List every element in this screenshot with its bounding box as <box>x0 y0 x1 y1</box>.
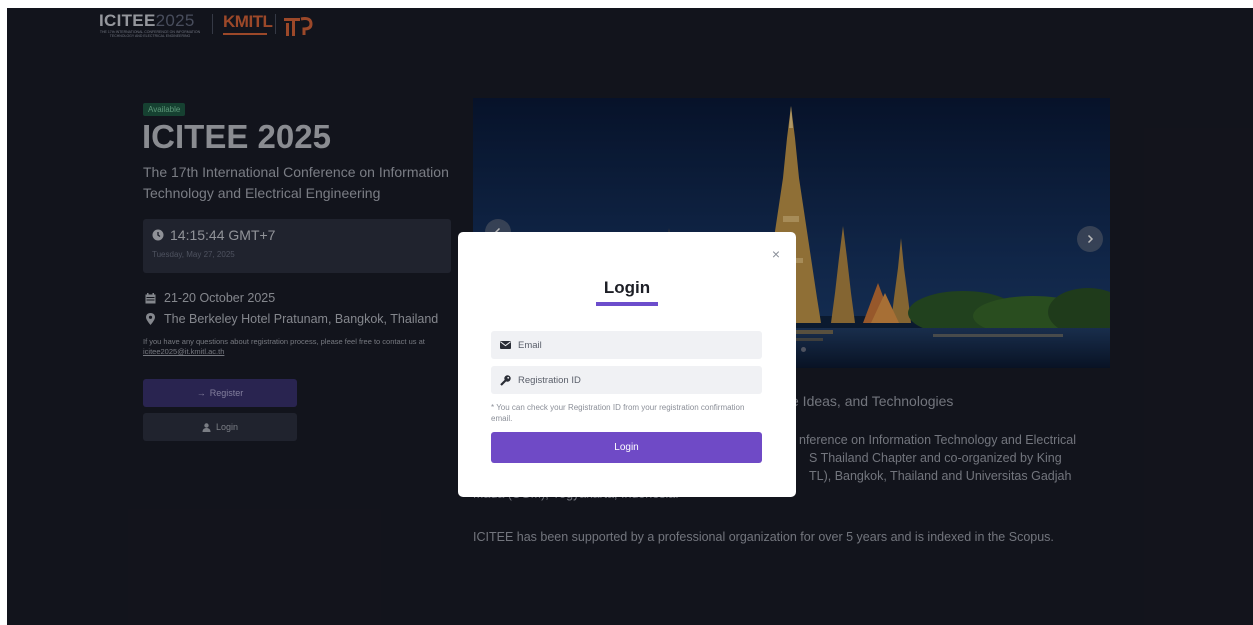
envelope-icon <box>500 341 511 349</box>
login-modal: × Login * You can check your Registratio… <box>458 232 796 497</box>
title-underline <box>596 302 658 306</box>
registration-id-input[interactable] <box>518 374 738 386</box>
close-icon[interactable]: × <box>772 246 780 262</box>
page: ICITEE2025 THE 17th INTERNATIONAL CONFER… <box>7 8 1253 625</box>
registration-id-hint: * You can check your Registration ID fro… <box>491 403 745 423</box>
key-icon <box>500 374 511 386</box>
email-field[interactable] <box>491 331 762 359</box>
modal-title: Login <box>603 278 651 297</box>
registration-id-field[interactable] <box>491 366 762 394</box>
login-submit-button[interactable]: Login <box>491 432 762 463</box>
email-input[interactable] <box>518 339 738 351</box>
